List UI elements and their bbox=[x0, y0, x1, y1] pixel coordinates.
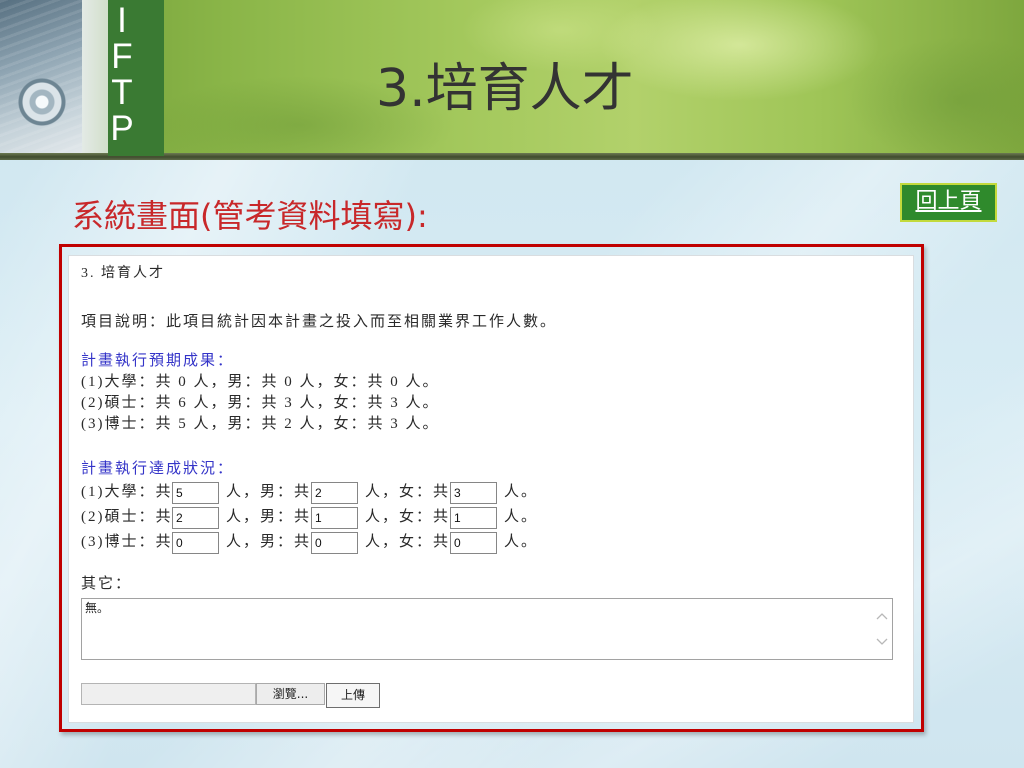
total-count-input[interactable] bbox=[172, 482, 219, 504]
male-count-input[interactable] bbox=[311, 532, 358, 554]
female-label: 人，女：共 bbox=[365, 484, 451, 500]
achieved-row-doctorate: (3)博士：共 人，男：共 人，女：共 人。 bbox=[69, 530, 915, 555]
expected-results: 計畫執行預期成果： (1)大學：共 0 人，男：共 0 人，女：共 0 人。 (… bbox=[81, 351, 440, 435]
row-end-label: 人。 bbox=[504, 534, 539, 550]
degree-label: (3)博士：共 bbox=[81, 534, 173, 550]
female-count-input[interactable] bbox=[450, 507, 497, 529]
male-label: 人，男：共 bbox=[226, 484, 312, 500]
side-letter: T bbox=[111, 73, 133, 112]
other-textarea-wrapper: 無。 bbox=[81, 598, 893, 660]
female-count-input[interactable] bbox=[450, 482, 497, 504]
female-count-input[interactable] bbox=[450, 532, 497, 554]
side-letter: P bbox=[110, 109, 134, 148]
side-letter: F bbox=[111, 37, 133, 76]
expected-line: (3)博士：共 5 人，男：共 2 人，女：共 3 人。 bbox=[81, 416, 440, 432]
slide-title: 3.培育人才 bbox=[376, 59, 634, 119]
row-end-label: 人。 bbox=[504, 509, 539, 525]
total-count-input[interactable] bbox=[172, 532, 219, 554]
screenshot-frame: 3. 培育人才 項目說明：此項目統計因本計畫之投入而至相關業界工作人數。 計畫執… bbox=[59, 244, 924, 732]
achieved-row-master: (2)碩士：共 人，男：共 人，女：共 人。 bbox=[69, 505, 915, 530]
form-panel: 3. 培育人才 項目說明：此項目統計因本計畫之投入而至相關業界工作人數。 計畫執… bbox=[68, 255, 914, 723]
row-end-label: 人。 bbox=[504, 484, 539, 500]
degree-label: (2)碩士：共 bbox=[81, 509, 173, 525]
degree-label: (1)大學：共 bbox=[81, 484, 173, 500]
achieved-row-bachelor: (1)大學：共 人，男：共 人，女：共 人。 bbox=[69, 480, 915, 505]
back-button-label: 回上頁 bbox=[915, 189, 982, 214]
slide: 3.培育人才 I F T P 系統畫面(管考資料填寫): 回上頁 3. 培育人才… bbox=[0, 0, 1024, 768]
total-count-input[interactable] bbox=[172, 507, 219, 529]
expected-heading: 計畫執行預期成果： bbox=[81, 353, 235, 369]
form-section-title: 3. 培育人才 bbox=[81, 266, 165, 281]
female-label: 人，女：共 bbox=[365, 534, 451, 550]
chevron-down-icon[interactable] bbox=[876, 638, 888, 646]
binary-lens-image bbox=[0, 0, 82, 153]
chevron-up-icon[interactable] bbox=[876, 612, 888, 620]
item-description: 項目說明：此項目統計因本計畫之投入而至相關業界工作人數。 bbox=[81, 314, 558, 330]
expected-line: (2)碩士：共 6 人，男：共 3 人，女：共 3 人。 bbox=[81, 395, 440, 411]
side-letter: I bbox=[117, 1, 127, 40]
slide-subtitle: 系統畫面(管考資料填寫): bbox=[72, 197, 428, 235]
male-label: 人，男：共 bbox=[226, 509, 312, 525]
expected-line: (1)大學：共 0 人，男：共 0 人，女：共 0 人。 bbox=[81, 374, 440, 390]
other-textarea[interactable]: 無。 bbox=[81, 598, 893, 660]
male-count-input[interactable] bbox=[311, 507, 358, 529]
other-label: 其它： bbox=[81, 576, 133, 592]
female-label: 人，女：共 bbox=[365, 509, 451, 525]
browse-button[interactable]: 瀏覽... bbox=[256, 683, 325, 705]
male-label: 人，男：共 bbox=[226, 534, 312, 550]
file-path-field[interactable] bbox=[81, 683, 256, 705]
iftp-letter-bar: I F T P bbox=[108, 0, 164, 156]
male-count-input[interactable] bbox=[311, 482, 358, 504]
achieved-heading: 計畫執行達成狀況： bbox=[81, 461, 235, 477]
back-button[interactable]: 回上頁 bbox=[900, 183, 997, 222]
iftp-letters: I F T P bbox=[108, 3, 136, 147]
upload-button[interactable]: 上傳 bbox=[326, 683, 380, 708]
header-fade-strip bbox=[82, 0, 108, 153]
